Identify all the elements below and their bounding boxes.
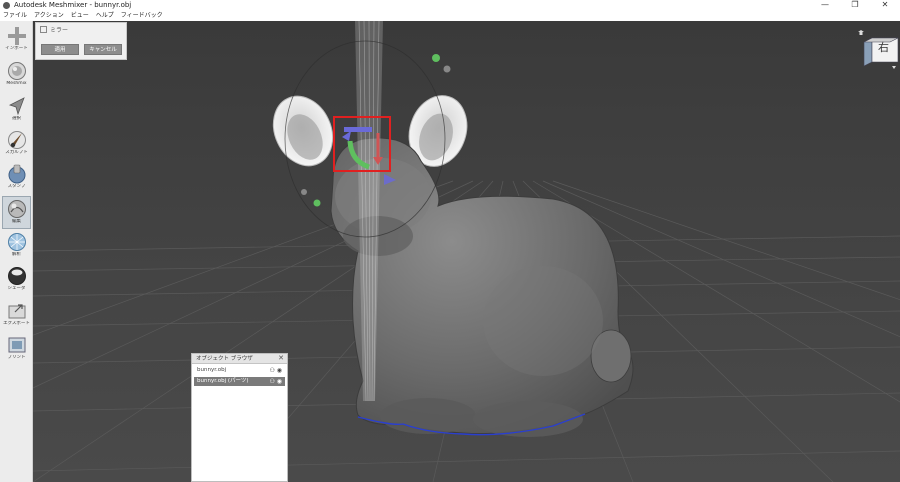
plus-icon xyxy=(7,27,26,45)
menu-view[interactable]: ビュー xyxy=(71,11,89,21)
brush-icon xyxy=(7,131,26,149)
meshmix-icon xyxy=(7,62,26,80)
scene-canvas[interactable] xyxy=(33,21,900,482)
object-browser-header: オブジェクト ブラウザ ✕ xyxy=(192,354,287,364)
tool-select[interactable]: 選択 xyxy=(2,94,31,127)
object-list-item-selected[interactable]: bunnyr.obj (パーツ) ⚇ ◉ xyxy=(194,377,285,386)
mirror-icon xyxy=(40,26,47,33)
meshmixer-app-icon xyxy=(3,2,10,9)
eye-icon[interactable]: ◉ xyxy=(277,367,282,374)
object-name: bunnyr.obj xyxy=(197,367,227,373)
object-browser-close-button[interactable]: ✕ xyxy=(278,354,284,363)
mirror-panel-title: ミラー xyxy=(40,26,68,35)
close-button[interactable]: ✕ xyxy=(870,0,900,11)
tool-analysis[interactable]: 解析 xyxy=(2,230,31,263)
object-name: bunnyr.obj (パーツ) xyxy=(197,378,249,384)
tool-label: インポート xyxy=(5,46,28,51)
restore-button[interactable]: ❐ xyxy=(840,0,870,11)
eye-icon[interactable]: ◉ xyxy=(277,378,282,385)
tool-edit[interactable]: 編集 xyxy=(2,196,31,229)
window-controls: — ❐ ✕ xyxy=(810,0,900,11)
select-arrow-icon xyxy=(8,97,25,116)
edit-sphere-icon xyxy=(7,200,26,218)
object-list-item[interactable]: bunnyr.obj ⚇ ◉ xyxy=(194,366,285,375)
object-browser-panel: オブジェクト ブラウザ ✕ bunnyr.obj ⚇ ◉ bunnyr.obj … xyxy=(191,353,288,482)
tool-shader[interactable]: シェーダ xyxy=(2,264,31,297)
tool-label: 編集 xyxy=(12,219,21,224)
tool-stamp[interactable]: スタンプ xyxy=(2,162,31,195)
tool-label: Meshmix xyxy=(6,81,27,86)
tool-label: 解析 xyxy=(12,252,21,257)
tool-label: 選択 xyxy=(12,116,21,121)
tool-meshmix[interactable]: Meshmix xyxy=(2,59,31,92)
gizmo-blue-bar[interactable] xyxy=(344,127,372,132)
apply-button[interactable]: 適用 xyxy=(41,44,79,55)
chevron-down-icon[interactable] xyxy=(892,66,896,69)
3d-viewport[interactable] xyxy=(33,21,900,482)
home-icon[interactable] xyxy=(858,30,864,35)
tool-label: スタンプ xyxy=(7,184,26,189)
tool-label: エクスポート xyxy=(3,321,30,326)
gizmo-green-handle[interactable] xyxy=(432,54,440,62)
minimize-button[interactable]: — xyxy=(810,0,840,11)
mirror-tool-panel: ミラー 適用 キャンセル xyxy=(35,22,127,60)
export-icon xyxy=(8,304,25,319)
view-cube[interactable]: 右 xyxy=(858,30,900,70)
stamp-icon xyxy=(8,164,25,184)
shader-sphere-icon xyxy=(7,267,26,285)
tool-print[interactable]: プリント xyxy=(2,333,31,366)
object-browser-title: オブジェクト ブラウザ xyxy=(196,356,253,362)
menu-help[interactable]: ヘルプ xyxy=(96,11,114,21)
tool-import[interactable]: インポート xyxy=(2,24,31,57)
menu-file[interactable]: ファイル xyxy=(3,11,27,21)
menu-feedback[interactable]: フィードバック xyxy=(121,11,163,21)
tool-label: プリント xyxy=(7,355,26,360)
title-bar: Autodesk Meshmixer - bunnyr.obj — ❐ ✕ xyxy=(0,0,900,11)
analysis-sphere-icon xyxy=(7,233,26,251)
menu-action[interactable]: アクション xyxy=(34,11,64,21)
tool-label: スカルプト xyxy=(5,150,28,155)
lock-icon[interactable]: ⚇ xyxy=(269,367,274,374)
tool-label: シェーダ xyxy=(7,286,26,291)
gizmo-gray-handle[interactable] xyxy=(443,65,451,73)
cancel-button[interactable]: キャンセル xyxy=(84,44,122,55)
left-toolbar: インポート Meshmix 選択 スカルプト スタンプ 編集 解析 シェーダ エ… xyxy=(0,21,33,482)
gizmo-green-handle-left[interactable] xyxy=(313,199,321,207)
tool-sculpt[interactable]: スカルプト xyxy=(2,128,31,161)
view-cube-face-label: 右 xyxy=(878,41,889,54)
lock-icon[interactable]: ⚇ xyxy=(269,378,274,385)
mirror-panel-title-text: ミラー xyxy=(50,27,69,34)
tool-export[interactable]: エクスポート xyxy=(2,299,31,332)
gizmo-gray-handle-left[interactable] xyxy=(301,189,307,195)
menu-bar: ファイル アクション ビュー ヘルプ フィードバック xyxy=(0,11,900,21)
window-title: Autodesk Meshmixer - bunnyr.obj xyxy=(14,1,132,9)
print-icon xyxy=(8,337,25,353)
